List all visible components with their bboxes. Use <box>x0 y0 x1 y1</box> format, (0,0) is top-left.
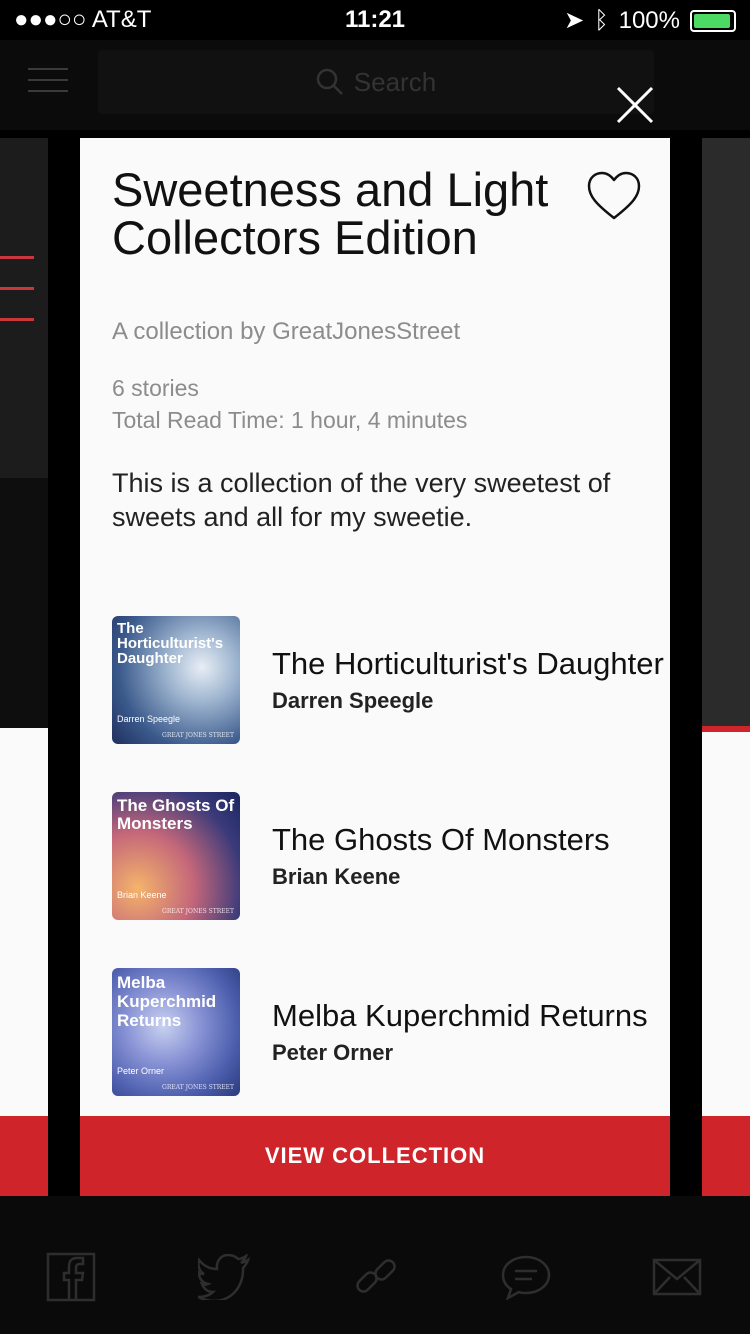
link-icon[interactable] <box>350 1254 402 1300</box>
read-time: Total Read Time: 1 hour, 4 minutes <box>112 407 468 433</box>
hamburger-icon[interactable] <box>28 68 68 94</box>
story-cover[interactable]: The Horticulturist's Daughter Darren Spe… <box>112 616 240 744</box>
cover-publisher-logo: GREAT JONES STREET <box>162 732 234 739</box>
bluetooth-icon: ᛒ <box>594 6 609 34</box>
status-bar: ●●●○○ AT&T 11:21 ➤ ᛒ 100% <box>0 0 750 40</box>
cover-author: Peter Orner <box>117 1066 165 1076</box>
story-author: Peter Orner <box>272 1040 394 1065</box>
collection-description: This is a collection of the very sweetes… <box>112 468 611 532</box>
story-cover[interactable]: Melba Kuperchmid Returns Peter Orner GRE… <box>112 968 240 1096</box>
cover-publisher-logo: GREAT JONES STREET <box>162 908 234 915</box>
story-item[interactable]: The Ghosts Of Monsters Brian Keene GREAT… <box>112 792 670 922</box>
location-icon: ➤ <box>564 7 585 34</box>
cover-title: The Ghosts Of Monsters <box>117 796 235 833</box>
story-item[interactable]: Melba Kuperchmid Returns Peter Orner GRE… <box>112 968 670 1098</box>
twitter-icon[interactable] <box>198 1254 250 1300</box>
search-placeholder: Search <box>353 66 437 97</box>
collection-byline: A collection by GreatJonesStreet <box>112 318 461 345</box>
search-icon <box>316 68 343 95</box>
share-bar <box>0 1196 750 1334</box>
story-author: Darren Speegle <box>272 688 434 713</box>
cover-title: The Horticulturist's Daughter <box>117 620 224 667</box>
story-item[interactable]: The Horticulturist's Daughter Darren Spe… <box>112 616 670 746</box>
stories-count: 6 stories <box>112 375 199 401</box>
mail-icon[interactable] <box>652 1254 702 1300</box>
comment-icon[interactable] <box>500 1254 552 1300</box>
battery-percent: 100% <box>618 6 680 34</box>
cover-publisher-logo: GREAT JONES STREET <box>162 1084 234 1091</box>
status-right: ➤ ᛒ 100% <box>564 6 736 35</box>
close-icon[interactable] <box>614 84 656 126</box>
story-title[interactable]: The Horticulturist's Daughter <box>272 646 664 682</box>
search-bar[interactable]: Search <box>98 50 654 114</box>
collection-meta: 6 stories Total Read Time: 1 hour, 4 min… <box>112 372 467 436</box>
facebook-icon[interactable] <box>46 1252 96 1302</box>
cover-title: Melba Kuperchmid Returns <box>117 973 217 1030</box>
cover-author: Brian Keene <box>117 890 167 900</box>
battery-icon <box>690 9 736 32</box>
heart-icon[interactable] <box>586 170 642 222</box>
collection-title: Sweetness and Light Collectors Edition <box>112 163 549 264</box>
story-author: Brian Keene <box>272 864 401 889</box>
story-title[interactable]: Melba Kuperchmid Returns <box>272 998 648 1034</box>
cover-author: Darren Speegle <box>117 714 181 724</box>
background-card-left[interactable] <box>0 138 48 1198</box>
story-title[interactable]: The Ghosts Of Monsters <box>272 822 610 858</box>
story-cover[interactable]: The Ghosts Of Monsters Brian Keene GREAT… <box>112 792 240 920</box>
collection-modal: Sweetness and Light Collectors Edition A… <box>80 138 670 1196</box>
background-card-right[interactable] <box>702 138 750 1198</box>
view-collection-button[interactable]: VIEW COLLECTION <box>80 1116 670 1196</box>
